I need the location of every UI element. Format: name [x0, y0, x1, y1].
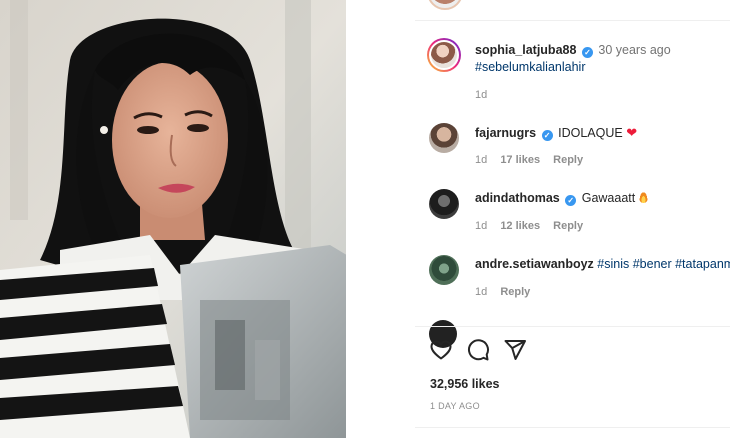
comment-age[interactable]: 1d	[475, 154, 487, 166]
comment-age[interactable]: 1d	[475, 286, 487, 298]
comment-item: andre.setiawanboyz #sinis #bener #tatapa…	[429, 255, 730, 305]
comment-username[interactable]: andre.setiawanboyz	[475, 257, 594, 271]
avatar[interactable]	[429, 189, 459, 219]
reply-button[interactable]: Reply	[553, 220, 583, 232]
comment-username[interactable]: fajarnugrs	[475, 126, 536, 140]
comment-meta: 1d 12 likes Reply	[475, 220, 593, 232]
caption-time: 30 years ago	[598, 43, 671, 57]
caption-username[interactable]: sophia_latjuba88	[475, 43, 576, 57]
verified-icon: ✓	[565, 195, 577, 206]
caption-age[interactable]: 1d	[475, 89, 487, 101]
post-photo[interactable]	[0, 0, 355, 438]
avatar[interactable]	[429, 123, 459, 153]
caption-hashtag[interactable]: #sebelumkalianlahir	[475, 60, 585, 74]
heart-emoji-icon: ❤	[626, 125, 638, 140]
reply-button[interactable]: Reply	[553, 154, 583, 166]
comment-icon[interactable]	[466, 338, 492, 364]
fire-emoji-icon	[638, 191, 648, 203]
portrait-image	[0, 0, 355, 438]
verified-icon: ✓	[541, 130, 553, 141]
comment-likes[interactable]: 12 likes	[500, 220, 540, 232]
comment-meta: 1d 17 likes Reply	[475, 154, 593, 166]
reply-button[interactable]: Reply	[500, 286, 530, 298]
comment-age[interactable]: 1d	[475, 220, 487, 232]
comment-hashtags[interactable]: #sinis #bener #tatapanm	[597, 257, 730, 271]
comment-meta: 1d Reply	[475, 286, 540, 298]
avatar[interactable]	[427, 38, 461, 72]
comment-username[interactable]: adindathomas	[475, 191, 560, 205]
caption-meta: 1d	[475, 89, 497, 101]
divider	[415, 20, 730, 21]
comment-text: Gawaaatt	[581, 191, 636, 205]
caption: sophia_latjuba88 ✓ 30 years ago #sebelum…	[427, 38, 730, 101]
comment-item: fajarnugrs ✓ IDOLAQUE ❤ 1d 17 likes Repl…	[429, 123, 730, 173]
avatar[interactable]	[429, 255, 459, 285]
divider	[415, 427, 730, 428]
comment-text: IDOLAQUE	[558, 126, 623, 140]
previous-avatar	[427, 0, 463, 10]
comments-panel: sophia_latjuba88 ✓ 30 years ago #sebelum…	[415, 0, 730, 438]
heart-icon[interactable]	[429, 338, 455, 364]
comment-item: adindathomas ✓ Gawaaatt 1d 12 likes Repl…	[429, 189, 730, 239]
verified-icon: ✓	[581, 47, 593, 58]
divider	[415, 326, 730, 327]
post-date: 1 DAY AGO	[430, 401, 480, 411]
share-icon[interactable]	[503, 338, 529, 364]
comment-likes[interactable]: 17 likes	[500, 154, 540, 166]
likes-count[interactable]: 32,956 likes	[430, 377, 500, 391]
